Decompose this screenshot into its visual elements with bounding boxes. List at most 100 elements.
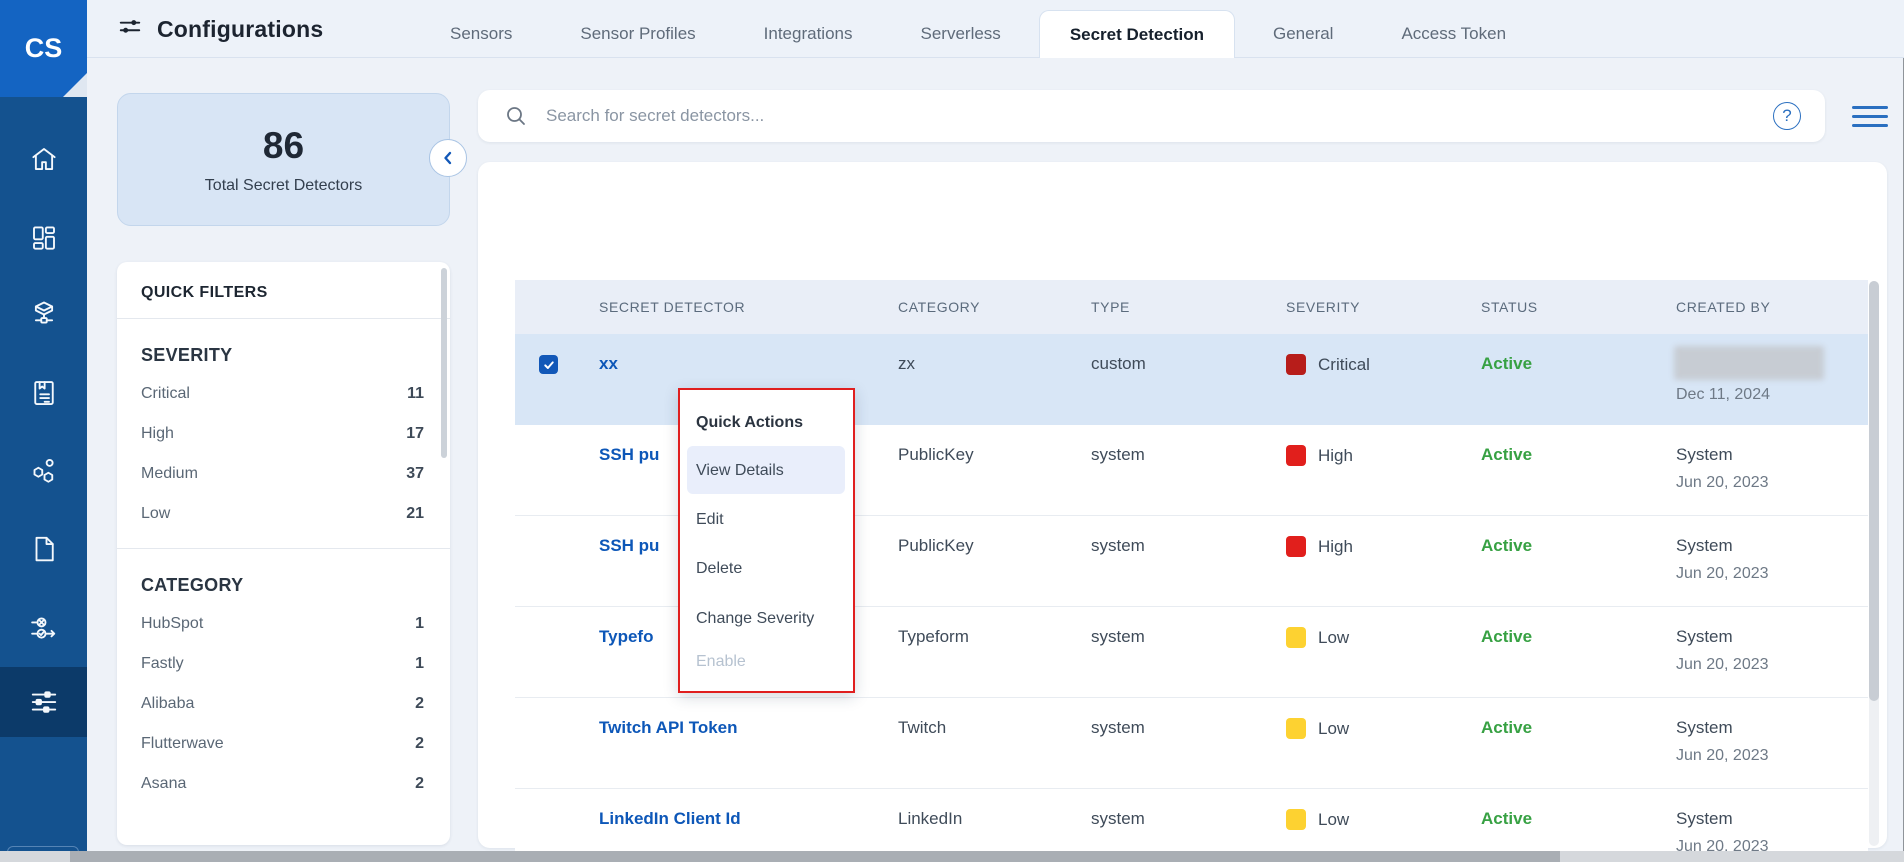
search-bar: ? (478, 90, 1825, 142)
table-row[interactable]: Twitch API Token Twitch system Low Activ… (515, 698, 1868, 789)
search-icon (504, 104, 528, 128)
app-logo[interactable]: CS (0, 0, 87, 97)
total-detectors-card: 86 Total Secret Detectors (117, 93, 450, 226)
sidebar-item-reports[interactable] (0, 364, 87, 422)
col-severity: SEVERITY (1286, 280, 1360, 334)
menu-item-view-details[interactable]: View Details (696, 462, 784, 480)
severity-cell: High (1286, 445, 1353, 466)
created-date: Jun 20, 2023 (1676, 656, 1769, 674)
sidebar-item-integrations[interactable] (0, 442, 87, 500)
filter-severity-medium[interactable]: Medium 37 (117, 454, 450, 494)
table-scrollbar-track[interactable] (1869, 281, 1879, 846)
quick-actions-title: Quick Actions (696, 414, 803, 432)
tab-serverless[interactable]: Serverless (891, 10, 1031, 58)
detector-link[interactable]: xx (599, 354, 618, 374)
col-created-by: CREATED BY (1676, 280, 1770, 334)
category-cell: LinkedIn (898, 809, 962, 829)
col-secret-detector: SECRET DETECTOR (599, 280, 745, 334)
tab-sensor-profiles[interactable]: Sensor Profiles (550, 10, 725, 58)
file-icon (29, 534, 59, 564)
col-category: CATEGORY (898, 280, 980, 334)
sidebar-item-workflows[interactable] (0, 599, 87, 657)
status-badge: Active (1481, 445, 1532, 465)
severity-swatch-critical (1286, 354, 1306, 375)
type-cell: system (1091, 536, 1145, 556)
created-by-cell: System Jun 20, 2023 (1676, 607, 1868, 698)
tab-integrations[interactable]: Integrations (734, 10, 883, 58)
check-icon (543, 359, 555, 371)
search-input[interactable] (546, 106, 1773, 126)
tab-secret-detection[interactable]: Secret Detection (1039, 10, 1235, 58)
tab-general[interactable]: General (1243, 10, 1363, 58)
status-badge: Active (1481, 536, 1532, 556)
type-cell: system (1091, 627, 1145, 647)
dashboard-icon (29, 223, 59, 253)
severity-swatch-low (1286, 627, 1306, 648)
horizontal-scrollbar-track[interactable] (0, 851, 1904, 862)
created-by-cell: System Jun 20, 2023 (1676, 698, 1868, 789)
status-badge: Active (1481, 809, 1532, 829)
table-scrollbar-thumb[interactable] (1869, 281, 1879, 701)
severity-swatch-high (1286, 536, 1306, 557)
detector-link[interactable]: LinkedIn Client Id (599, 809, 741, 829)
app-logo-text: CS (25, 33, 63, 64)
col-status: STATUS (1481, 280, 1538, 334)
severity-cell: Low (1286, 718, 1349, 739)
tab-sensors[interactable]: Sensors (420, 10, 542, 58)
category-cell: zx (898, 354, 915, 374)
filter-severity-critical[interactable]: Critical 11 (117, 374, 450, 414)
filter-category-hubspot[interactable]: HubSpot 1 (117, 604, 450, 644)
menu-item-change-severity[interactable]: Change Severity (696, 610, 814, 628)
filter-category-alibaba[interactable]: Alibaba 2 (117, 684, 450, 724)
status-badge: Active (1481, 354, 1532, 374)
filter-category-fastly[interactable]: Fastly 1 (117, 644, 450, 684)
status-badge: Active (1481, 627, 1532, 647)
horizontal-scrollbar-thumb[interactable] (70, 851, 1560, 862)
sidebar: CS (0, 0, 87, 862)
severity-cell: Critical (1286, 354, 1370, 375)
detector-link[interactable]: Typefo (599, 627, 653, 647)
type-cell: system (1091, 445, 1145, 465)
filters-scrollbar[interactable] (441, 268, 447, 458)
chevron-left-icon (440, 150, 456, 166)
severity-cell: High (1286, 536, 1353, 557)
filter-severity-high[interactable]: High 17 (117, 414, 450, 454)
sidebar-item-documents[interactable] (0, 520, 87, 578)
created-by-cell: System Jun 20, 2023 (1676, 425, 1868, 516)
severity-cell: Low (1286, 809, 1349, 830)
tab-bar: Sensors Sensor Profiles Integrations Ser… (420, 10, 1536, 58)
collapse-panel-button[interactable] (429, 139, 467, 177)
created-date: Jun 20, 2023 (1676, 565, 1769, 583)
filter-severity-low[interactable]: Low 21 (117, 494, 450, 534)
category-section-title: CATEGORY (117, 549, 450, 604)
menu-icon[interactable] (1852, 106, 1888, 132)
menu-item-edit[interactable]: Edit (696, 511, 724, 529)
filter-category-flutterwave[interactable]: Flutterwave 2 (117, 724, 450, 764)
configurations-icon (117, 14, 143, 45)
sidebar-item-home[interactable] (0, 130, 87, 188)
detector-link[interactable]: Twitch API Token (599, 718, 738, 738)
severity-swatch-high (1286, 445, 1306, 466)
status-badge: Active (1481, 718, 1532, 738)
menu-item-enable-disabled: Enable (696, 653, 746, 671)
filter-category-asana[interactable]: Asana 2 (117, 764, 450, 804)
tab-access-token[interactable]: Access Token (1371, 10, 1536, 58)
col-type: TYPE (1091, 280, 1130, 334)
hexagons-icon (29, 456, 59, 486)
detector-link[interactable]: SSH pu (599, 536, 659, 556)
home-icon (29, 144, 59, 174)
severity-cell: Low (1286, 627, 1349, 648)
table-header: SECRET DETECTOR CATEGORY TYPE SEVERITY S… (515, 280, 1868, 334)
category-cell: PublicKey (898, 445, 974, 465)
cube-network-icon (29, 299, 59, 329)
sidebar-item-assets[interactable] (0, 285, 87, 343)
category-cell: Twitch (898, 718, 946, 738)
category-cell: Typeform (898, 627, 969, 647)
sidebar-item-dashboard[interactable] (0, 209, 87, 267)
detector-link[interactable]: SSH pu (599, 445, 659, 465)
top-header: Configurations Sensors Sensor Profiles I… (87, 0, 1904, 58)
row-checkbox-checked[interactable] (539, 355, 558, 374)
menu-item-delete[interactable]: Delete (696, 560, 742, 578)
help-icon[interactable]: ? (1773, 102, 1801, 130)
sidebar-item-configurations[interactable] (0, 667, 87, 737)
